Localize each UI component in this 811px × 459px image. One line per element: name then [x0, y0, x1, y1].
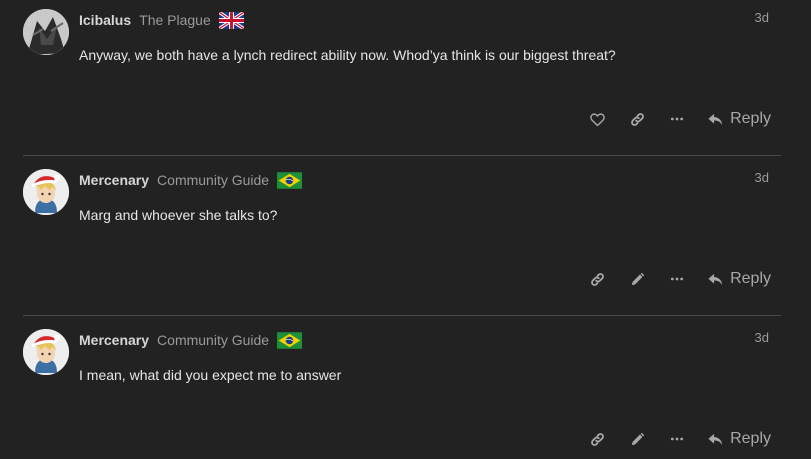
heart-icon — [589, 111, 606, 128]
user-title: Community Guide — [157, 332, 270, 348]
link-icon — [589, 271, 606, 288]
copy-link-button[interactable] — [577, 266, 617, 292]
uk-flag-icon — [219, 12, 244, 29]
post-body: Marg and whoever she talks to? — [79, 207, 278, 223]
username[interactable]: Mercenary — [79, 172, 149, 188]
post-actions: Reply — [577, 266, 771, 292]
show-more-button[interactable] — [657, 426, 697, 452]
user-title: The Plague — [139, 12, 211, 28]
reply-button[interactable]: Reply — [707, 426, 771, 452]
topic-thread: Icibalus The Plague 3d Anyway, we both h… — [0, 0, 811, 459]
post-body: Anyway, we both have a lynch redirect ab… — [79, 47, 616, 63]
post-actions: Reply — [577, 106, 771, 132]
reply-icon — [707, 431, 724, 448]
ellipsis-icon — [669, 271, 685, 287]
reply-label: Reply — [730, 110, 771, 127]
post-date[interactable]: 3d — [755, 10, 769, 25]
brazil-flag-icon — [277, 332, 302, 349]
copy-link-button[interactable] — [577, 426, 617, 452]
post-meta: Mercenary Community Guide — [79, 168, 302, 192]
pencil-icon — [629, 431, 646, 448]
brazil-flag-icon — [277, 172, 302, 189]
post-date[interactable]: 3d — [755, 170, 769, 185]
copy-link-button[interactable] — [617, 106, 657, 132]
user-title: Community Guide — [157, 172, 270, 188]
pencil-icon — [629, 271, 646, 288]
avatar[interactable] — [23, 169, 69, 215]
post: Mercenary Community Guide 3d I mean, wha… — [0, 316, 811, 459]
post: Mercenary Community Guide 3d Marg and wh… — [0, 156, 811, 316]
reply-icon — [707, 111, 724, 128]
post-body: I mean, what did you expect me to answer — [79, 367, 342, 383]
username[interactable]: Icibalus — [79, 12, 131, 28]
edit-button[interactable] — [617, 266, 657, 292]
link-icon — [629, 111, 646, 128]
link-icon — [589, 431, 606, 448]
show-more-button[interactable] — [657, 106, 697, 132]
ellipsis-icon — [669, 431, 685, 447]
post-actions: Reply — [577, 426, 771, 452]
post-date[interactable]: 3d — [755, 330, 769, 345]
reply-button[interactable]: Reply — [707, 106, 771, 132]
reply-icon — [707, 271, 724, 288]
edit-button[interactable] — [617, 426, 657, 452]
username[interactable]: Mercenary — [79, 332, 149, 348]
post-meta: Icibalus The Plague — [79, 8, 244, 32]
post: Icibalus The Plague 3d Anyway, we both h… — [0, 0, 811, 156]
post-meta: Mercenary Community Guide — [79, 328, 302, 352]
reply-button[interactable]: Reply — [707, 266, 771, 292]
show-more-button[interactable] — [657, 266, 697, 292]
reply-label: Reply — [730, 270, 771, 287]
reply-label: Reply — [730, 430, 771, 447]
like-button[interactable] — [577, 106, 617, 132]
ellipsis-icon — [669, 111, 685, 127]
avatar[interactable] — [23, 329, 69, 375]
avatar[interactable] — [23, 9, 69, 55]
